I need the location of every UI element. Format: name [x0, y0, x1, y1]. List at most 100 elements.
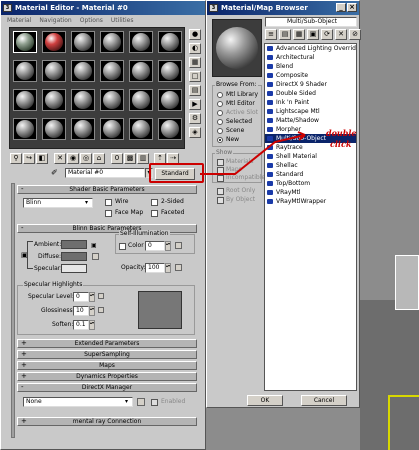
diffuse-swatch[interactable]: [61, 252, 87, 261]
shader-type-dropdown[interactable]: Blinn: [23, 198, 93, 208]
material-name-field[interactable]: Material #0: [65, 168, 145, 178]
specular-level-spinner[interactable]: ▴▾: [89, 292, 95, 302]
by-object-checkbox[interactable]: [217, 197, 224, 204]
dx-save-icon[interactable]: [137, 398, 145, 406]
update-scene-icon[interactable]: ⟳: [321, 29, 333, 40]
material-editor-titlebar[interactable]: 3 Material Editor - Material #0: [1, 1, 205, 15]
lock-icon-2[interactable]: ▣: [91, 242, 97, 249]
material-list-item[interactable]: Blend: [265, 62, 356, 71]
diffuse-map-button[interactable]: [92, 253, 99, 260]
view-list-icon[interactable]: ≡: [265, 29, 277, 40]
browse-from-radio[interactable]: [217, 110, 223, 116]
self-illum-color-checkbox[interactable]: [119, 243, 126, 250]
sample-slot[interactable]: [42, 89, 66, 111]
sample-slot[interactable]: [158, 31, 182, 53]
sample-uv-tiling-icon[interactable]: □: [189, 71, 201, 82]
rollout-directx[interactable]: - DirectX Manager: [17, 383, 197, 392]
browser-search-field[interactable]: Multi/Sub-Object: [265, 17, 357, 27]
reset-map-icon[interactable]: ✕: [54, 153, 66, 164]
get-material-icon[interactable]: ⚲: [10, 153, 22, 164]
self-illum-spinner[interactable]: ▴▾: [165, 241, 171, 251]
sample-slot[interactable]: [71, 31, 95, 53]
sample-slot[interactable]: [100, 31, 124, 53]
opacity-spinner[interactable]: ▴▾: [165, 263, 171, 273]
backlight-icon[interactable]: ◐: [189, 43, 201, 54]
sample-slot[interactable]: [42, 60, 66, 82]
sample-slot[interactable]: [158, 118, 182, 140]
material-list-item[interactable]: Top/Bottom: [265, 179, 356, 188]
self-illum-value[interactable]: 0: [145, 241, 165, 251]
material-effects-channel-icon[interactable]: 0: [111, 153, 123, 164]
opacity-value[interactable]: 100: [145, 263, 165, 273]
cancel-button[interactable]: Cancel: [301, 395, 347, 406]
put-to-library-icon[interactable]: ⌂: [93, 153, 105, 164]
browse-from-radio[interactable]: [217, 101, 223, 107]
browse-from-radio[interactable]: [217, 119, 223, 125]
minimize-icon[interactable]: _: [336, 3, 346, 12]
material-list-item[interactable]: DirectX 9 Shader: [265, 80, 356, 89]
browser-titlebar[interactable]: 3 Material/Map Browser _ ×: [207, 1, 359, 15]
show-map-in-viewport-icon[interactable]: ▩: [124, 153, 136, 164]
put-to-scene-icon[interactable]: ↪: [23, 153, 35, 164]
rollout-maps[interactable]: + Maps: [17, 361, 197, 370]
video-color-check-icon[interactable]: ▤: [189, 85, 201, 96]
sample-slot[interactable]: [42, 31, 66, 53]
options-icon[interactable]: ⚙: [189, 113, 201, 124]
opacity-map-button[interactable]: [175, 264, 182, 271]
material-list-item[interactable]: Matte/Shadow: [265, 116, 356, 125]
editor-scrollbar[interactable]: [11, 183, 15, 438]
menu-material[interactable]: Material: [7, 17, 31, 24]
material-list-item[interactable]: Advanced Lighting Override: [265, 44, 356, 53]
material-editor-window[interactable]: 3 Material Editor - Material #0 Material…: [0, 0, 206, 450]
dx-enabled-checkbox[interactable]: [151, 399, 158, 406]
rollout-extended[interactable]: + Extended Parameters: [17, 339, 197, 348]
material-map-browser-window[interactable]: 3 Material/Map Browser _ × Browse From: …: [206, 0, 361, 408]
show-end-result-icon[interactable]: ▥: [137, 153, 149, 164]
make-copy-icon[interactable]: ◉: [67, 153, 79, 164]
soften-spinner[interactable]: ▴▾: [89, 320, 95, 330]
rollout-blinn-basic[interactable]: - Blinn Basic Parameters: [17, 224, 197, 233]
glossiness-map-button[interactable]: [98, 307, 104, 313]
sample-slot[interactable]: [100, 89, 124, 111]
view-small-icons-icon[interactable]: ▦: [293, 29, 305, 40]
menu-options[interactable]: Options: [80, 17, 103, 24]
wire-checkbox[interactable]: [105, 199, 112, 206]
sample-slot[interactable]: [13, 118, 37, 140]
sample-slot[interactable]: [129, 89, 153, 111]
soften-value[interactable]: 0.1: [73, 320, 89, 330]
sample-slot[interactable]: [158, 89, 182, 111]
glossiness-spinner[interactable]: ▴▾: [89, 306, 95, 316]
close-icon[interactable]: ×: [347, 3, 357, 12]
material-list-item[interactable]: Double Sided: [265, 89, 356, 98]
material-list-item[interactable]: Lightscape Mtl: [265, 107, 356, 116]
delete-icon[interactable]: ✕: [335, 29, 347, 40]
specular-level-value[interactable]: 0: [73, 292, 89, 302]
browse-from-radio[interactable]: [217, 92, 223, 98]
rollout-mental-ray[interactable]: + mental ray Connection: [17, 417, 197, 426]
menu-utilities[interactable]: Utilities: [111, 17, 134, 24]
sample-slot[interactable]: [71, 89, 95, 111]
self-illum-map-button[interactable]: [175, 242, 182, 249]
ok-button[interactable]: OK: [247, 395, 283, 406]
sample-slot[interactable]: [100, 118, 124, 140]
sample-slot[interactable]: [129, 31, 153, 53]
sample-slot[interactable]: [71, 118, 95, 140]
view-list-icons-icon[interactable]: ▤: [279, 29, 291, 40]
face-map-checkbox[interactable]: [105, 210, 112, 217]
material-list[interactable]: Advanced Lighting Override Architectural B…: [264, 43, 357, 391]
sample-slot[interactable]: [100, 60, 124, 82]
sample-slot[interactable]: [71, 60, 95, 82]
sample-slot[interactable]: [129, 60, 153, 82]
material-list-item[interactable]: VRayMtl: [265, 188, 356, 197]
clear-library-icon[interactable]: ⊘: [349, 29, 361, 40]
lock-icon[interactable]: ▣: [21, 251, 28, 259]
ambient-swatch[interactable]: [61, 240, 87, 249]
sample-slot[interactable]: [42, 118, 66, 140]
sample-slot[interactable]: [129, 118, 153, 140]
rollout-shader-basic[interactable]: - Shader Basic Parameters: [17, 185, 197, 194]
rollout-dynamics[interactable]: + Dynamics Properties: [17, 372, 197, 381]
material-list-item[interactable]: Architectural: [265, 53, 356, 62]
rollout-supersampling[interactable]: + SuperSampling: [17, 350, 197, 359]
faceted-checkbox[interactable]: [151, 210, 158, 217]
pick-material-icon[interactable]: ✐: [51, 169, 58, 177]
